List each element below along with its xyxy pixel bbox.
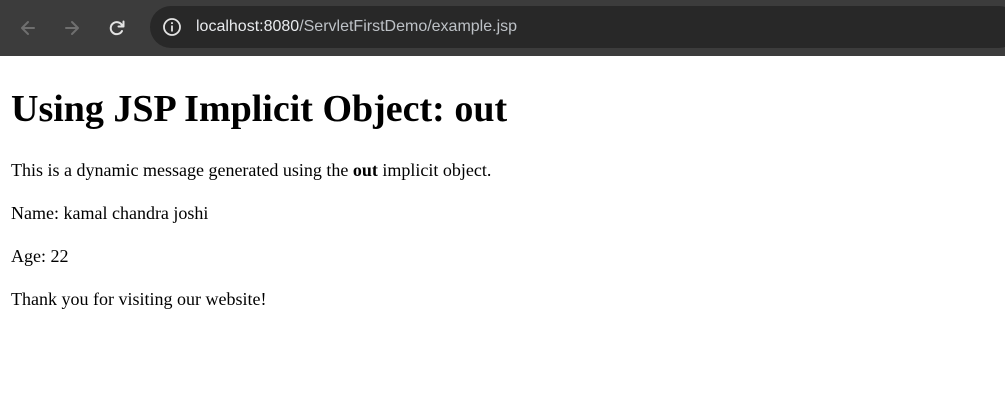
age-line: Age: 22 bbox=[11, 246, 69, 266]
info-icon bbox=[163, 18, 181, 36]
reload-button[interactable] bbox=[101, 12, 133, 44]
page-title: Using JSP Implicit Object: out bbox=[11, 88, 508, 130]
address-bar[interactable]: localhost:8080/ServletFirstDemo/example.… bbox=[150, 6, 1005, 48]
site-info-button[interactable] bbox=[160, 15, 184, 39]
name-line: Name: kamal chandra joshi bbox=[11, 203, 209, 223]
back-button[interactable] bbox=[12, 12, 44, 44]
url-text[interactable]: localhost:8080/ServletFirstDemo/example.… bbox=[196, 18, 517, 36]
message-text-after: implicit object. bbox=[377, 160, 492, 180]
dynamic-message: This is a dynamic message generated usin… bbox=[11, 160, 994, 181]
message-bold-out: out bbox=[352, 160, 378, 180]
url-path: /ServletFirstDemo/example.jsp bbox=[299, 18, 518, 35]
page-content: Using JSP Implicit Object: out This is a… bbox=[0, 87, 1005, 310]
message-text-before: This is a dynamic message generated usin… bbox=[11, 160, 353, 180]
thanks-line: Thank you for visiting our website! bbox=[11, 289, 267, 309]
forward-arrow-icon bbox=[65, 21, 79, 35]
url-host: localhost:8080 bbox=[196, 18, 300, 35]
browser-toolbar: localhost:8080/ServletFirstDemo/example.… bbox=[0, 0, 1005, 56]
forward-button[interactable] bbox=[56, 12, 88, 44]
reload-icon bbox=[109, 20, 125, 36]
back-arrow-icon bbox=[21, 21, 35, 35]
